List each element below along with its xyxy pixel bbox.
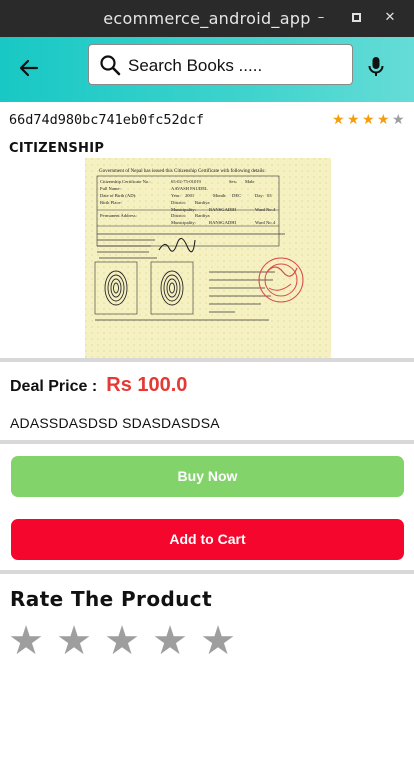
arrow-back-icon[interactable] xyxy=(17,56,41,80)
deal-price-label: Deal Price : xyxy=(10,378,98,395)
search-icon xyxy=(99,54,121,76)
day-value: 03 xyxy=(267,193,272,198)
section-divider xyxy=(0,358,414,362)
rating-star-icon: ★ xyxy=(332,112,345,128)
search-input[interactable]: Search Books ..... xyxy=(128,56,262,76)
close-icon[interactable]: ✕ xyxy=(382,10,398,26)
rating-star-empty-icon: ★ xyxy=(392,112,405,128)
municipality-label: Municipality: xyxy=(171,207,196,212)
municipality-value: BANSGADHI xyxy=(209,207,237,212)
product-image: Government of Nepal has issued this Citi… xyxy=(85,158,331,358)
municipality-label-2: Municipality: xyxy=(171,220,196,225)
app-bar: Search Books ..... xyxy=(0,37,414,102)
district-label-2: District: xyxy=(171,213,186,218)
fullname-value: AAVASH PAUDEL xyxy=(171,186,208,191)
rating-star-icon: ★ xyxy=(347,112,360,128)
search-box[interactable]: Search Books ..... xyxy=(88,44,353,85)
deal-price-row: Deal Price : Rs 100.0 xyxy=(10,374,187,400)
rate-star-1-icon[interactable]: ★ xyxy=(6,620,46,662)
product-id: 66d74d980bc741eb0fc52dcf xyxy=(9,112,205,128)
rate-star-2-icon[interactable]: ★ xyxy=(54,620,94,662)
district-label: District: xyxy=(171,200,186,205)
month-label: Month: xyxy=(213,193,227,198)
maximize-icon[interactable] xyxy=(349,10,365,26)
fullname-label: Full Name: xyxy=(100,186,121,191)
cert-header: Government of Nepal has issued this Citi… xyxy=(99,169,266,174)
sex-value: Male xyxy=(245,179,254,184)
month-value: DEC xyxy=(232,193,241,198)
rate-heading: Rate The Product xyxy=(10,587,213,611)
product-description: ADASSDASDSD SDASDASDSA xyxy=(10,415,220,431)
rating-star-icon: ★ xyxy=(377,112,390,128)
cert-label: Citizenship Certificate No.: xyxy=(100,179,151,184)
add-to-cart-button[interactable]: Add to Cart xyxy=(11,519,404,560)
address-label: Permanent Address: xyxy=(100,213,137,218)
rate-star-4-icon[interactable]: ★ xyxy=(150,620,190,662)
ward-label-2: Ward No. xyxy=(255,220,273,225)
municipality-value-2: BANSGADHI xyxy=(209,220,237,225)
year-label: Year: xyxy=(171,193,181,198)
window-titlebar: ecommerce_android_app – ✕ xyxy=(0,0,414,37)
rating-star-icon: ★ xyxy=(362,112,375,128)
section-divider xyxy=(0,440,414,444)
sex-label: Sex: xyxy=(229,179,237,184)
birthplace-label: Birth Place: xyxy=(100,200,122,205)
ward-label: Ward No. xyxy=(255,207,273,212)
deal-price-value: Rs 100.0 xyxy=(106,374,188,396)
mic-icon[interactable] xyxy=(364,55,388,79)
dob-label: Date of Birth (AD): xyxy=(100,193,136,198)
district-value: Bardiya xyxy=(195,200,210,205)
rate-star-5-icon[interactable]: ★ xyxy=(198,620,238,662)
product-name: CITIZENSHIP xyxy=(9,141,105,156)
year-value: 2001 xyxy=(185,193,195,198)
buy-now-button[interactable]: Buy Now xyxy=(11,456,404,497)
section-divider xyxy=(0,570,414,574)
cert-number: 65-02-75-01019 xyxy=(171,179,202,184)
rate-star-3-icon[interactable]: ★ xyxy=(102,620,142,662)
minimize-icon[interactable]: – xyxy=(313,10,329,26)
day-label: Day: xyxy=(255,193,264,198)
district-value-2: Bardiya xyxy=(195,213,210,218)
